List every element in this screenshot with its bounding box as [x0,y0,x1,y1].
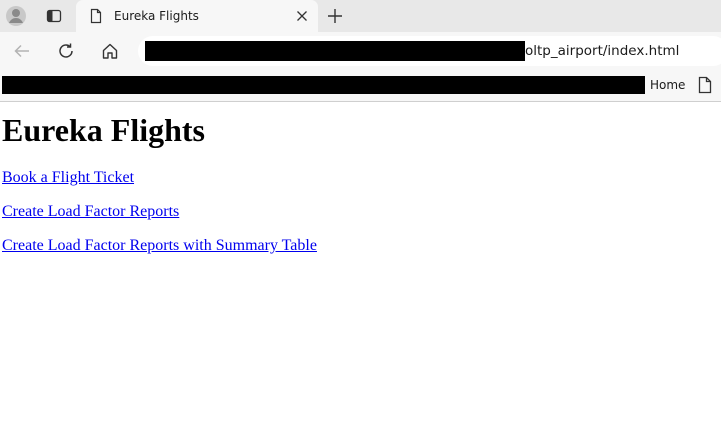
address-bar[interactable]: oltp_airport/index.html [138,36,721,66]
tab-title: Eureka Flights [114,9,199,23]
redacted-url-segment [145,41,525,61]
profile-icon[interactable] [4,4,28,28]
bookmark-home[interactable]: Home [650,77,685,93]
file-icon[interactable] [697,76,713,94]
redacted-bookmarks [2,76,645,94]
reload-icon[interactable] [54,39,78,63]
page-content: Eureka Flights Book a Flight Ticket Crea… [0,103,721,431]
page-favicon-icon [88,8,104,24]
load-factor-reports-link[interactable]: Create Load Factor Reports [2,203,721,221]
browser-toolbar: oltp_airport/index.html [0,32,721,70]
bookmarks-bar: Home [0,70,721,102]
tab-eureka-flights[interactable]: Eureka Flights [76,0,318,32]
new-tab-icon[interactable] [323,4,347,28]
tab-strip: Eureka Flights [0,0,721,32]
page-title: Eureka Flights [2,112,205,148]
url-text: oltp_airport/index.html [525,43,680,59]
back-arrow-icon[interactable] [10,39,34,63]
load-factor-reports-summary-link[interactable]: Create Load Factor Reports with Summary … [2,237,721,255]
book-flight-ticket-link[interactable]: Book a Flight Ticket [2,169,721,187]
close-icon[interactable] [294,8,310,24]
home-icon[interactable] [98,39,122,63]
tab-actions-icon[interactable] [42,4,66,28]
